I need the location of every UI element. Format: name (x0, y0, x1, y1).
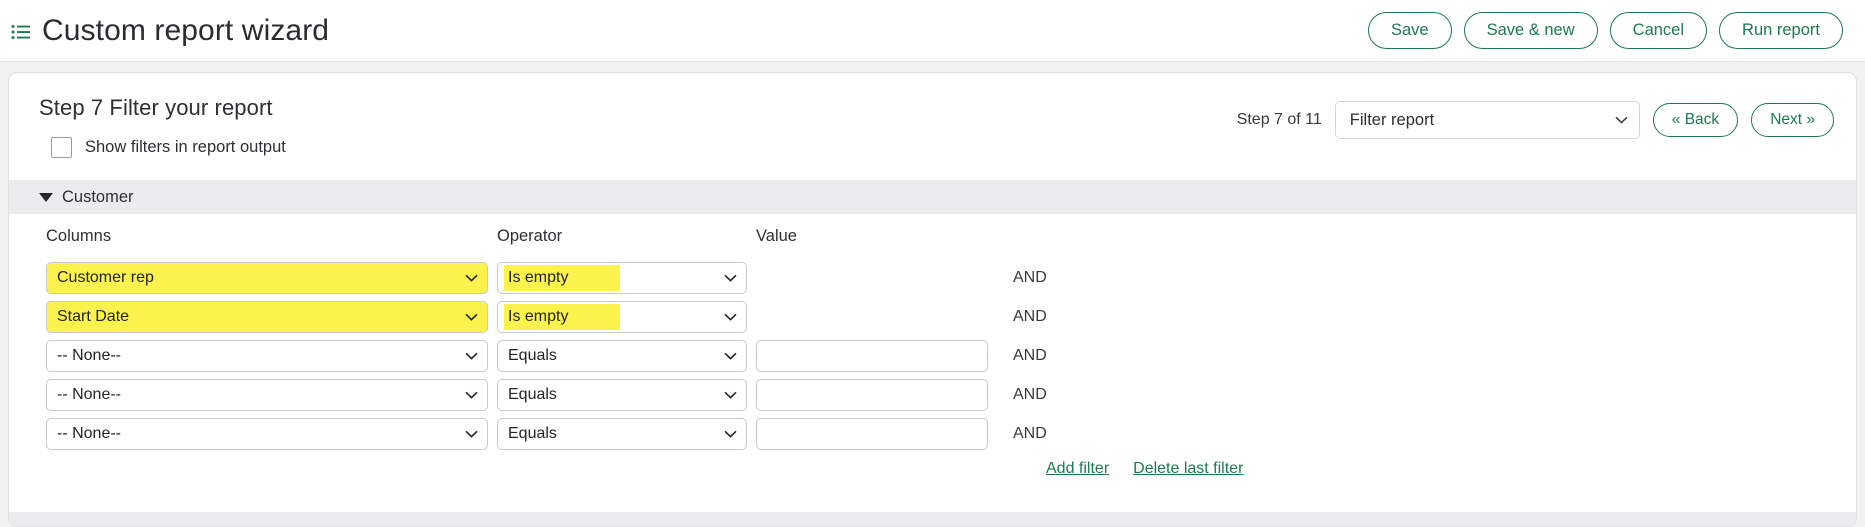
filter-operator-value-4: Equals (498, 386, 587, 404)
header-columns: Columns (46, 227, 488, 246)
table-row: Customer rep Is empty (46, 259, 1856, 297)
filter-operator-value-2: Is empty (504, 304, 620, 330)
wizard-stage-select[interactable]: Filter report (1335, 101, 1640, 139)
step-title: Step 7 Filter your report (39, 95, 286, 121)
filter-conjunction-2: AND (997, 308, 1047, 325)
header-operator: Operator (497, 227, 747, 246)
chevron-down-icon (724, 269, 737, 287)
filter-column-select-1[interactable]: Customer rep (46, 262, 488, 294)
list-menu-icon[interactable] (10, 21, 32, 43)
filter-column-value-4: -- None-- (47, 386, 151, 404)
wizard-card-header: Step 7 Filter your report Show filters i… (9, 95, 1856, 158)
filter-column-select-5[interactable]: -- None-- (46, 418, 488, 450)
filter-operator-select-1[interactable]: Is empty (497, 262, 747, 294)
filter-column-select-4[interactable]: -- None-- (46, 379, 488, 411)
add-filter-link[interactable]: Add filter (1046, 460, 1109, 478)
page-body: Step 7 Filter your report Show filters i… (0, 62, 1865, 527)
chevron-down-icon (465, 386, 478, 404)
next-button[interactable]: Next » (1751, 103, 1834, 138)
section-header-customer[interactable]: Customer (9, 180, 1856, 214)
back-button[interactable]: « Back (1653, 103, 1738, 138)
filter-column-select-2[interactable]: Start Date (46, 301, 488, 333)
filter-value-input-5[interactable] (756, 418, 988, 450)
chevron-down-icon (724, 347, 737, 365)
chevron-down-icon (465, 308, 478, 326)
filter-column-value-3: -- None-- (47, 347, 151, 365)
filter-operator-select-4[interactable]: Equals (497, 379, 747, 411)
filter-column-value-1: Customer rep (47, 269, 184, 287)
table-row: -- None-- Equals (46, 415, 1856, 453)
filter-conjunction-4: AND (997, 386, 1047, 403)
header-value: Value (756, 227, 988, 246)
chevron-down-icon (724, 308, 737, 326)
filter-actions: Add filter Delete last filter (46, 460, 1856, 478)
step-counter: Step 7 of 11 (1237, 111, 1322, 129)
filter-operator-value-1: Is empty (504, 265, 620, 291)
filter-column-value-5: -- None-- (47, 425, 151, 443)
chevron-down-icon (465, 347, 478, 365)
filter-column-value-2: Start Date (47, 308, 159, 326)
chevron-down-icon (465, 425, 478, 443)
filter-grid-header: Columns Operator Value (46, 214, 1856, 259)
filter-value-input-3[interactable] (756, 340, 988, 372)
delete-last-filter-link[interactable]: Delete last filter (1133, 460, 1243, 478)
chevron-down-icon (465, 269, 478, 287)
run-report-button[interactable]: Run report (1719, 12, 1843, 50)
bottom-band (9, 512, 1856, 526)
table-row: -- None-- Equals (46, 337, 1856, 375)
wizard-stage-value: Filter report (1336, 111, 1468, 130)
show-filters-label: Show filters in report output (85, 138, 286, 157)
filter-operator-value-5: Equals (498, 425, 587, 443)
filter-grid: Columns Operator Value Customer rep (9, 214, 1856, 478)
filter-operator-value-3: Equals (498, 347, 587, 365)
filter-value-input-4[interactable] (756, 379, 988, 411)
header-actions: Save Save & new Cancel Run report (1368, 12, 1843, 50)
section-title: Customer (62, 188, 134, 207)
filter-operator-select-2[interactable]: Is empty (497, 301, 747, 333)
filter-conjunction-3: AND (997, 347, 1047, 364)
caret-down-icon (39, 193, 53, 202)
filter-column-select-3[interactable]: -- None-- (46, 340, 488, 372)
cancel-button[interactable]: Cancel (1610, 12, 1707, 50)
wizard-card: Step 7 Filter your report Show filters i… (8, 72, 1857, 527)
table-row: -- None-- Equals (46, 376, 1856, 414)
app-header: Custom report wizard Save Save & new Can… (0, 0, 1865, 62)
chevron-down-icon (724, 386, 737, 404)
filter-conjunction-5: AND (997, 425, 1047, 442)
save-button[interactable]: Save (1368, 12, 1452, 50)
filter-value-placeholder-2 (756, 301, 988, 333)
filter-conjunction-1: AND (997, 269, 1047, 286)
step-navigation: Step 7 of 11 Filter report « Back Next » (1237, 95, 1834, 139)
filter-operator-select-5[interactable]: Equals (497, 418, 747, 450)
filter-value-placeholder-1 (756, 262, 988, 294)
chevron-down-icon (724, 425, 737, 443)
show-filters-row[interactable]: Show filters in report output (39, 137, 286, 158)
filter-operator-select-3[interactable]: Equals (497, 340, 747, 372)
chevron-down-icon (1615, 111, 1628, 129)
table-row: Start Date Is empty (46, 298, 1856, 336)
save-and-new-button[interactable]: Save & new (1464, 12, 1598, 50)
step-header-left: Step 7 Filter your report Show filters i… (39, 95, 286, 158)
show-filters-checkbox[interactable] (51, 137, 72, 158)
page-title: Custom report wizard (42, 14, 329, 48)
